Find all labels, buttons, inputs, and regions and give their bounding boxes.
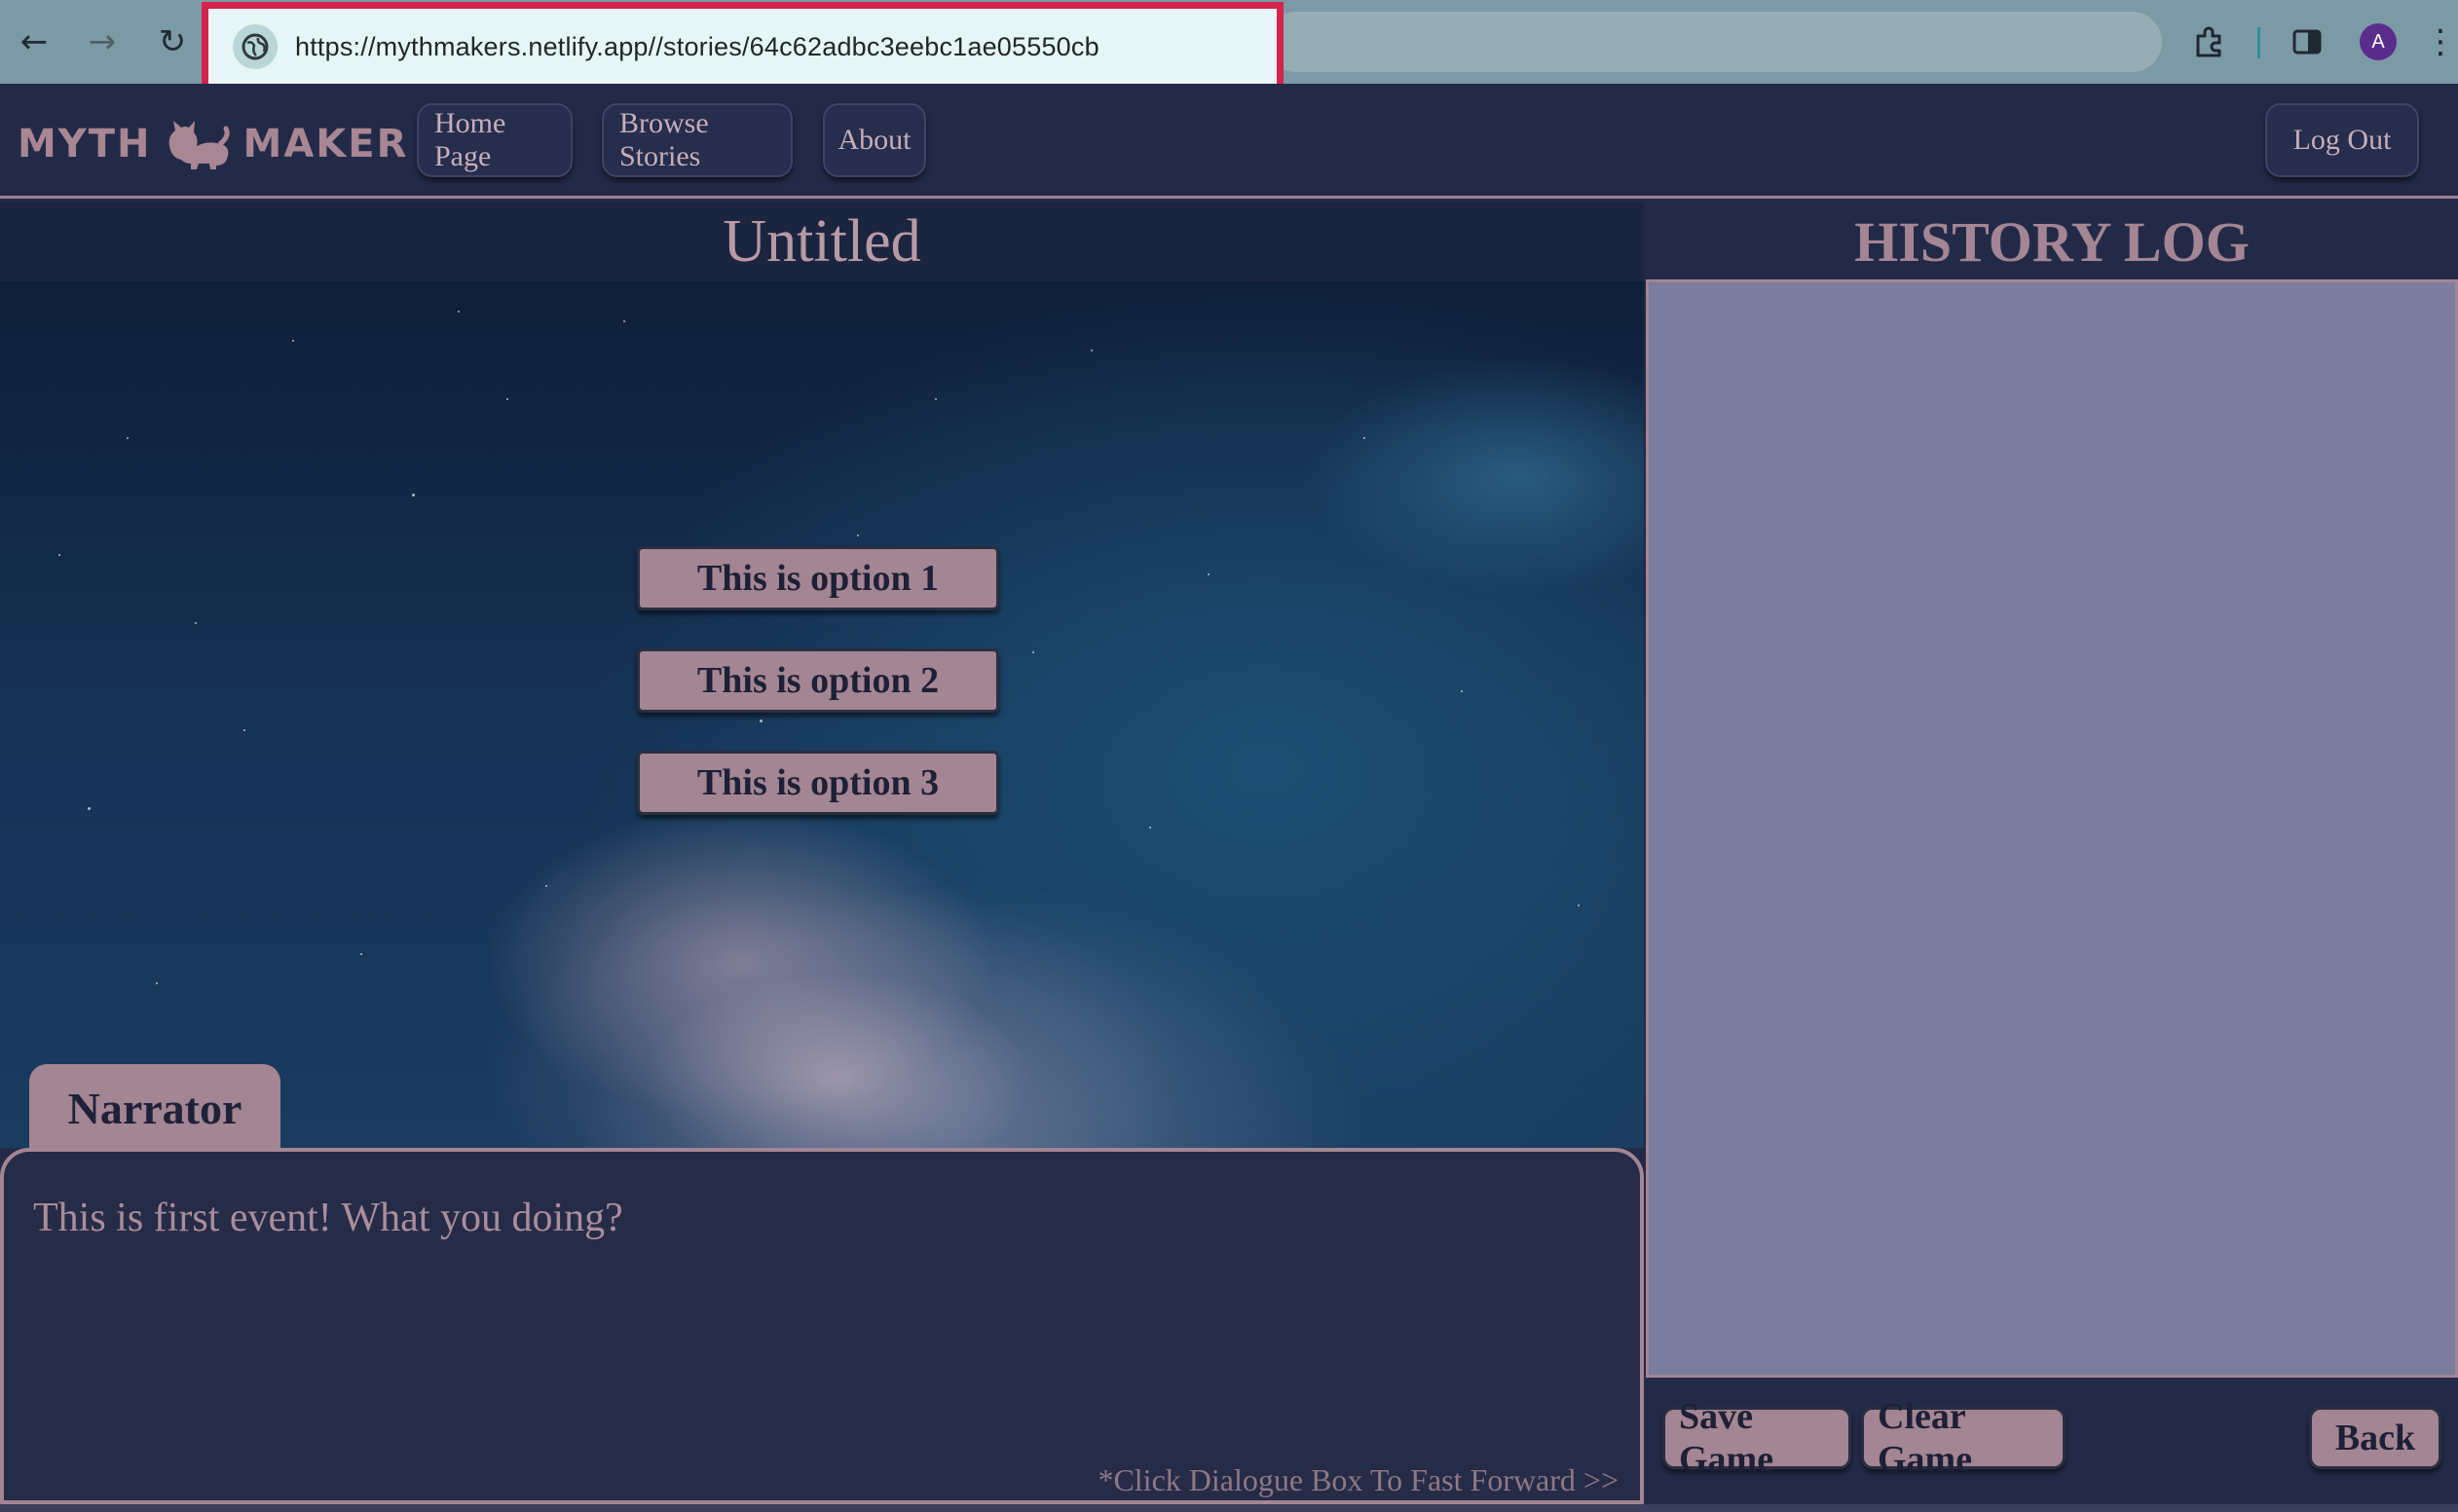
nav-home-page[interactable]: Home Page (417, 103, 573, 177)
scene-background: This is option 1 This is option 2 This i… (0, 281, 1644, 1148)
story-title: Untitled (723, 207, 921, 275)
save-game-button[interactable]: Save Game (1662, 1396, 1851, 1480)
url-text[interactable]: https://mythmakers.netlify.app//stories/… (295, 32, 1099, 62)
history-footer: Save Game Clear Game Back (1646, 1378, 2458, 1512)
nav-browse-stories[interactable]: Browse Stories (602, 103, 793, 177)
globe-icon[interactable] (233, 24, 278, 69)
back-button[interactable]: Back (2309, 1407, 2441, 1469)
puzzle-piece-icon[interactable] (2185, 18, 2234, 66)
story-option-3[interactable]: This is option 3 (637, 751, 999, 815)
reload-icon[interactable]: ↻ (148, 18, 197, 66)
forward-arrow-icon[interactable]: → (78, 18, 127, 66)
browser-toolbar: ← → ↻ https://mythmakers.netlify.app//st… (0, 0, 2458, 92)
kebab-menu-icon[interactable]: ⋮ (2423, 18, 2458, 66)
clear-game-button[interactable]: Clear Game (1861, 1396, 2066, 1480)
toolbar-divider (2257, 27, 2260, 58)
history-log-title: HISTORY LOG (1854, 209, 2250, 274)
story-title-bar: Untitled (0, 202, 1644, 281)
dialogue-text: This is first event! What you doing? (33, 1196, 623, 1240)
fast-forward-hint: *Click Dialogue Box To Fast Forward >> (1098, 1462, 1619, 1497)
logo-text-maker: MAKER (242, 122, 409, 166)
profile-avatar[interactable]: A (2360, 23, 2397, 60)
omnibox-background (1266, 12, 2162, 72)
side-panel-icon[interactable] (2283, 18, 2331, 66)
history-log-panel[interactable] (1646, 279, 2458, 1378)
nav-about[interactable]: About (823, 103, 926, 177)
dialogue-box[interactable]: This is first event! What you doing? *Cl… (0, 1148, 1644, 1504)
story-option-1[interactable]: This is option 1 (637, 546, 999, 610)
history-log-header: HISTORY LOG (1646, 202, 2458, 281)
cat-logo-icon (168, 121, 230, 169)
speaker-name-tab: Narrator (29, 1064, 280, 1152)
story-option-2[interactable]: This is option 2 (637, 648, 999, 713)
logo-text-myth: MYTH (18, 122, 152, 166)
app-header: MYTH MAKER Home Page Browse Stories Abou… (0, 84, 2458, 199)
back-arrow-icon[interactable]: ← (10, 18, 58, 66)
address-bar-highlight: https://mythmakers.netlify.app//stories/… (202, 2, 1284, 92)
logo[interactable]: MYTH MAKER (18, 117, 408, 171)
address-bar[interactable]: https://mythmakers.netlify.app//stories/… (219, 17, 1265, 77)
bottom-border (0, 1504, 2458, 1512)
logout-button[interactable]: Log Out (2265, 103, 2419, 177)
